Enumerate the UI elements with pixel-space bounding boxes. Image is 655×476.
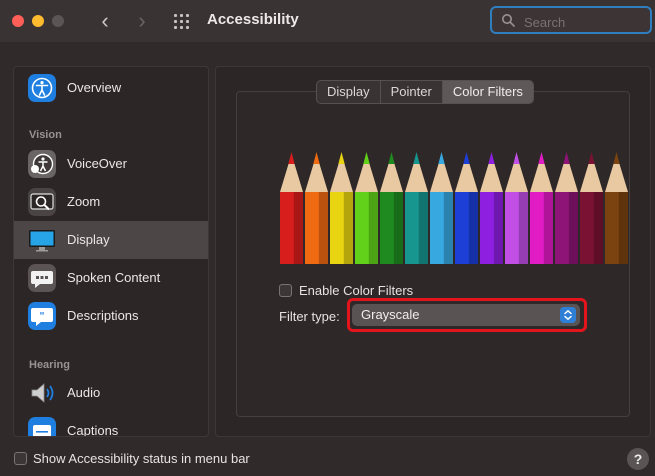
- voiceover-icon: [28, 150, 56, 178]
- pencil: [280, 152, 303, 264]
- window-title: Accessibility: [207, 11, 299, 28]
- pencil: [380, 152, 403, 264]
- pencil: [505, 152, 528, 264]
- main-panel: Enable Color Filters Filter type: Graysc…: [215, 66, 651, 437]
- pencil: [605, 152, 628, 264]
- sidebar-item-spoken-content[interactable]: Spoken Content: [14, 259, 208, 297]
- pencil: [330, 152, 353, 264]
- close-window-button[interactable]: [12, 15, 24, 27]
- display-icon: [29, 230, 55, 252]
- filter-type-label: Filter type:: [279, 309, 340, 324]
- pencil: [355, 152, 378, 264]
- filter-type-select[interactable]: Grayscale: [352, 304, 580, 326]
- enable-color-filters-checkbox[interactable]: [279, 284, 292, 297]
- color-filters-pane: Enable Color Filters Filter type: Graysc…: [236, 91, 630, 417]
- sidebar-item-overview[interactable]: Overview: [14, 69, 208, 107]
- help-button[interactable]: ?: [627, 448, 649, 470]
- overview-icon: [28, 74, 56, 102]
- toolbar: ‹ › Accessibility: [0, 0, 655, 42]
- color-pencils-image: [280, 152, 628, 264]
- zoom-window-button[interactable]: [52, 15, 64, 27]
- pencil: [555, 152, 578, 264]
- search-box[interactable]: [490, 6, 652, 34]
- filter-type-value: Grayscale: [361, 307, 420, 322]
- forward-button[interactable]: ›: [130, 7, 154, 35]
- pencil: [405, 152, 428, 264]
- show-status-checkbox[interactable]: [14, 452, 27, 465]
- show-all-grid-icon[interactable]: [172, 12, 192, 30]
- sidebar-header-vision: Vision: [29, 129, 62, 141]
- show-status-label: Show Accessibility status in menu bar: [33, 451, 250, 466]
- sidebar-item-label: VoiceOver: [67, 156, 127, 171]
- zoom-icon: [28, 188, 56, 216]
- tab-bar: Display Pointer Color Filters: [316, 80, 534, 104]
- enable-color-filters-label: Enable Color Filters: [299, 283, 414, 298]
- sidebar-item-label: Captions: [67, 423, 119, 437]
- tab-pointer[interactable]: Pointer: [381, 81, 443, 103]
- pencil: [305, 152, 328, 264]
- tab-color-filters[interactable]: Color Filters: [442, 81, 533, 103]
- pencil: [530, 152, 553, 264]
- minimize-window-button[interactable]: [32, 15, 44, 27]
- pencil: [430, 152, 453, 264]
- pencil: [580, 152, 603, 264]
- chevron-updown-icon: [560, 307, 576, 323]
- audio-icon: [31, 383, 54, 403]
- svg-text:": ": [39, 311, 44, 322]
- sidebar: Overview Vision VoiceOver Zoom Display S…: [13, 66, 209, 437]
- sidebar-item-audio[interactable]: Audio: [14, 374, 208, 412]
- sidebar-item-zoom[interactable]: Zoom: [14, 183, 208, 221]
- sidebar-item-captions[interactable]: Captions: [14, 412, 208, 437]
- captions-icon: [28, 417, 56, 436]
- search-input[interactable]: [522, 12, 646, 32]
- sidebar-item-display[interactable]: Display: [14, 221, 208, 259]
- spoken-content-icon: [28, 264, 56, 292]
- descriptions-icon: ": [28, 302, 56, 330]
- sidebar-item-label: Descriptions: [67, 308, 139, 323]
- sidebar-header-hearing: Hearing: [29, 359, 70, 371]
- sidebar-item-voiceover[interactable]: VoiceOver: [14, 145, 208, 183]
- sidebar-item-label: Spoken Content: [67, 270, 161, 285]
- pencil: [455, 152, 478, 264]
- tab-display[interactable]: Display: [317, 81, 381, 103]
- back-button[interactable]: ‹: [93, 7, 117, 35]
- search-icon: [502, 14, 515, 27]
- sidebar-item-label: Audio: [67, 385, 101, 400]
- sidebar-item-label: Zoom: [67, 194, 101, 209]
- pencil: [480, 152, 503, 264]
- sidebar-item-label: Overview: [67, 80, 122, 95]
- sidebar-item-label: Display: [67, 232, 110, 247]
- sidebar-item-descriptions[interactable]: " Descriptions: [14, 297, 208, 335]
